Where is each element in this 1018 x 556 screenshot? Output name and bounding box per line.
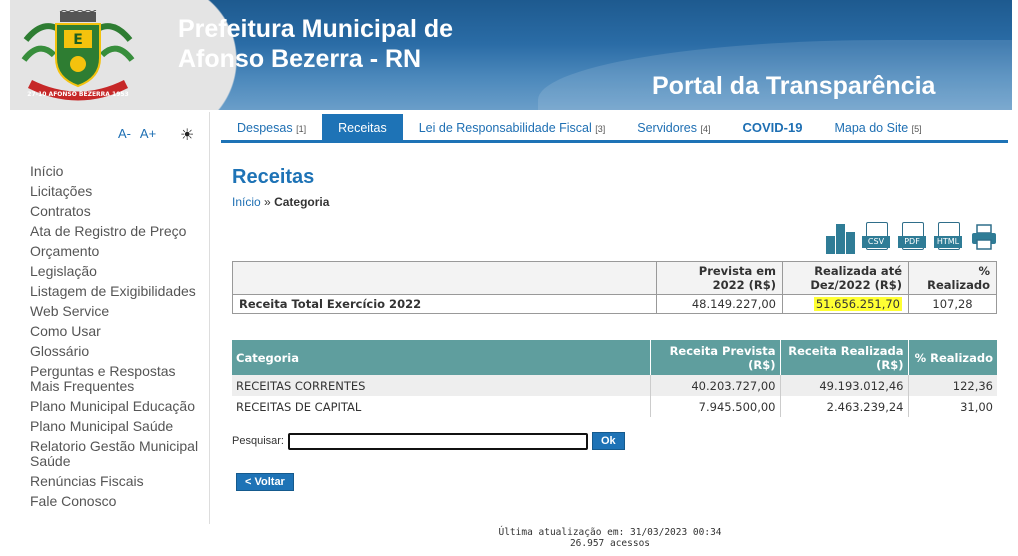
tab-lrf[interactable]: Lei de Responsabilidade Fiscal [3] — [403, 114, 622, 140]
sidebar-item-inicio[interactable]: Início — [30, 164, 205, 179]
summary-row: Receita Total Exercício 2022 48.149.227,… — [232, 294, 997, 314]
font-decrease-button[interactable]: A- — [118, 126, 131, 141]
search-label: Pesquisar: — [232, 435, 284, 447]
category-realizada: 49.193.012,46 — [780, 375, 909, 396]
summary-header-row: Prevista em 2022 (R$) Realizada até Dez/… — [232, 261, 997, 295]
category-header-percent[interactable]: % Realizado — [908, 340, 997, 375]
printer-icon[interactable] — [970, 222, 998, 252]
sidebar-item-glossario[interactable]: Glossário — [30, 344, 205, 359]
breadcrumb-current: Categoria — [274, 195, 330, 209]
pdf-export-label: PDF — [898, 236, 926, 248]
sidebar-item-exigibilidades[interactable]: Listagem de Exigibilidades — [30, 284, 205, 299]
tab-mapa-site[interactable]: Mapa do Site [5] — [818, 114, 937, 140]
svg-text:E: E — [73, 32, 83, 48]
breadcrumb: Início » Categoria — [232, 195, 1002, 209]
sidebar-item-fale-conosco[interactable]: Fale Conosco — [30, 494, 205, 509]
csv-export-icon[interactable]: CSV — [862, 222, 892, 254]
font-size-controls: A- A+ — [118, 126, 162, 141]
tab-lrf-label: Lei de Responsabilidade Fiscal — [418, 121, 592, 135]
summary-realizada: 51.656.251,70 — [813, 297, 902, 311]
table-row[interactable]: RECEITAS CORRENTES 40.203.727,00 49.193.… — [232, 375, 997, 396]
category-name[interactable]: RECEITAS CORRENTES — [232, 375, 651, 396]
tab-lrf-key: [3] — [595, 124, 606, 134]
tab-despesas-label: Despesas — [237, 121, 293, 135]
municipal-coat-of-arms-logo[interactable]: E 27-10 AFONSO BEZERRA 1953 — [16, 10, 140, 102]
category-prevista: 40.203.727,00 — [650, 375, 781, 396]
last-updated: Última atualização em: 31/03/2023 00:34 — [498, 527, 722, 538]
summary-prevista: 48.149.227,00 — [656, 294, 783, 314]
sidebar-item-ata-registro-preco[interactable]: Ata de Registro de Preço — [30, 224, 205, 239]
search-input[interactable] — [287, 432, 588, 450]
portal-subtitle: Portal da Transparência — [652, 72, 936, 100]
sidebar-item-relatorio-saude[interactable]: Relatorio Gestão Municipal Saúde — [30, 439, 205, 469]
main-tabs: Despesas [1] Receitas Lei de Responsabil… — [221, 114, 1008, 143]
breadcrumb-home-link[interactable]: Início — [232, 195, 261, 209]
sidebar-item-contratos[interactable]: Contratos — [30, 204, 205, 219]
tab-despesas[interactable]: Despesas [1] — [221, 114, 322, 140]
category-percent: 31,00 — [960, 399, 993, 414]
back-button[interactable]: < Voltar — [236, 473, 294, 491]
page-title: Receitas — [232, 166, 315, 188]
table-row[interactable]: RECEITAS DE CAPITAL 7.945.500,00 2.463.2… — [232, 396, 997, 417]
category-header-prevista[interactable]: Receita Prevista (R$) — [650, 340, 781, 375]
svg-text:27-10 AFONSO BEZERRA 1953: 27-10 AFONSO BEZERRA 1953 — [27, 91, 128, 98]
site-title-line1: Prefeitura Municipal de — [178, 15, 454, 43]
summary-header-blank — [232, 261, 657, 295]
html-export-icon[interactable]: HTML — [934, 222, 964, 254]
visit-counter: 26.957 acessos — [569, 538, 651, 549]
footer: Última atualização em: 31/03/2023 00:34 … — [450, 527, 770, 549]
tab-servidores-key: [4] — [700, 124, 711, 134]
tab-servidores[interactable]: Servidores [4] — [621, 114, 726, 140]
main-content: Receitas Início » Categoria — [232, 166, 1002, 209]
category-realizada: 2.463.239,24 — [780, 396, 909, 417]
sidebar-item-licitacoes[interactable]: Licitações — [30, 184, 205, 199]
category-table: Categoria Receita Prevista (R$) Receita … — [232, 340, 997, 417]
tab-mapa-site-label: Mapa do Site — [834, 121, 909, 135]
search-bar: Pesquisar: Ok — [232, 432, 625, 450]
sidebar: A- A+ ☀ Início Licitações Contratos Ata … — [10, 112, 210, 524]
summary-header-percent: % Realizado — [908, 261, 997, 295]
category-header-name[interactable]: Categoria — [232, 340, 651, 375]
summary-header-realizada: Realizada até Dez/2022 (R$) — [782, 261, 909, 295]
category-name[interactable]: RECEITAS DE CAPITAL — [232, 396, 651, 417]
sidebar-menu: Início Licitações Contratos Ata de Regis… — [30, 164, 205, 514]
tab-covid[interactable]: COVID-19 — [727, 114, 819, 140]
pdf-export-icon[interactable]: PDF — [898, 222, 928, 254]
tab-covid-label: COVID-19 — [742, 120, 803, 135]
summary-label: Receita Total Exercício 2022 — [232, 294, 657, 314]
breadcrumb-separator: » — [264, 195, 271, 209]
category-percent: 122,36 — [908, 375, 997, 396]
sidebar-item-legislacao[interactable]: Legislação — [30, 264, 205, 279]
tab-despesas-key: [1] — [296, 124, 307, 134]
sidebar-item-perguntas[interactable]: Perguntas e Respostas Mais Frequentes — [30, 364, 205, 394]
sidebar-item-renuncias-fiscais[interactable]: Renúncias Fiscais — [30, 474, 205, 489]
tab-servidores-label: Servidores — [637, 121, 698, 135]
sidebar-item-plano-educacao[interactable]: Plano Municipal Educação — [30, 399, 205, 414]
tab-receitas[interactable]: Receitas — [322, 114, 403, 140]
category-header-row: Categoria Receita Prevista (R$) Receita … — [232, 340, 997, 375]
summary-table: Prevista em 2022 (R$) Realizada até Dez/… — [232, 261, 997, 314]
sidebar-item-plano-saude[interactable]: Plano Municipal Saúde — [30, 419, 205, 434]
site-title-line2: Afonso Bezerra - RN — [178, 45, 422, 73]
html-export-label: HTML — [934, 236, 962, 248]
csv-export-label: CSV — [862, 236, 890, 248]
sidebar-item-orcamento[interactable]: Orçamento — [30, 244, 205, 259]
site-title: Prefeitura Municipal de Afonso Bezerra -… — [178, 14, 453, 74]
summary-realizada-cell: 51.656.251,70 — [782, 294, 909, 314]
summary-percent: 107,28 — [908, 294, 997, 314]
category-prevista: 7.945.500,00 — [650, 396, 781, 417]
tab-mapa-site-key: [5] — [911, 124, 922, 134]
font-increase-button[interactable]: A+ — [140, 126, 156, 141]
category-header-realizada[interactable]: Receita Realizada (R$) — [780, 340, 909, 375]
site-header: E 27-10 AFONSO BEZERRA 1953 Prefeitura M… — [0, 0, 1018, 112]
export-toolbar: CSV PDF HTML — [826, 222, 998, 254]
sidebar-item-como-usar[interactable]: Como Usar — [30, 324, 205, 339]
sidebar-item-web-service[interactable]: Web Service — [30, 304, 205, 319]
tab-receitas-label: Receitas — [338, 121, 387, 135]
chart-icon[interactable] — [826, 222, 856, 254]
summary-header-prevista: Prevista em 2022 (R$) — [656, 261, 783, 295]
sun-icon[interactable]: ☀ — [180, 125, 194, 144]
search-ok-button[interactable]: Ok — [591, 432, 625, 450]
